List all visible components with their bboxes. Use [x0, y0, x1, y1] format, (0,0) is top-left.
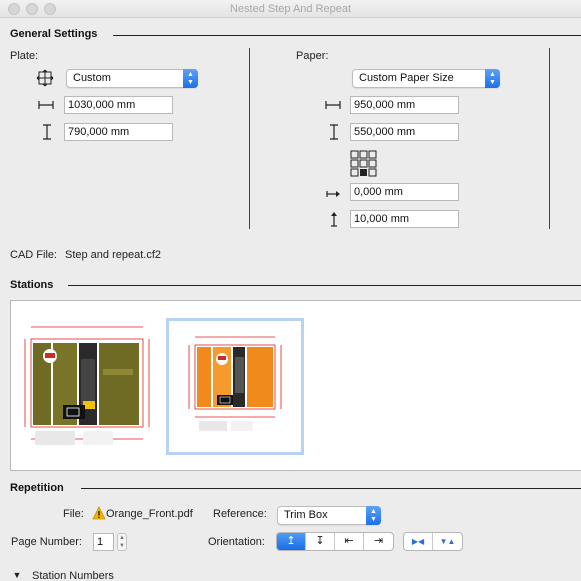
page-number-stepper[interactable]: ▲ ▼	[117, 533, 127, 551]
plate-height-field[interactable]: 790,000 mm	[64, 123, 173, 141]
paper-horizontal-offset-field[interactable]: 0,000 mm	[350, 183, 459, 201]
plate-preset-value: Custom	[73, 72, 111, 84]
plate-width-field[interactable]: 1030,000 mm	[64, 96, 173, 114]
height-icon	[42, 124, 52, 143]
section-divider	[81, 488, 581, 489]
paper-preset-value: Custom Paper Size	[359, 72, 454, 84]
paper-anchor-grid-icon[interactable]	[350, 150, 377, 177]
title-bar: Nested Step And Repeat	[0, 0, 581, 18]
station-numbers-label[interactable]: Station Numbers	[32, 570, 114, 581]
plate-label: Plate:	[10, 50, 39, 62]
orientation-up-button[interactable]: ↥	[277, 533, 306, 550]
cad-file-label: CAD File:	[10, 249, 58, 261]
warning-icon	[92, 506, 106, 520]
flip-vertical-button[interactable]: ▼▲	[433, 533, 462, 550]
general-settings-heading: General Settings	[10, 28, 98, 40]
reference-value: Trim Box	[284, 509, 328, 521]
file-label: File:	[63, 508, 84, 520]
chevron-updown-icon: ▲ ▼	[183, 69, 198, 88]
window-title: Nested Step And Repeat	[229, 3, 352, 15]
orientation-label: Orientation:	[208, 536, 265, 548]
paper-width-field[interactable]: 950,000 mm	[350, 96, 459, 114]
flip-horizontal-button[interactable]: ▶◀	[404, 533, 433, 550]
paper-height-field[interactable]: 550,000 mm	[350, 123, 459, 141]
section-divider	[68, 285, 581, 286]
reference-select[interactable]: Trim Box ▲ ▼	[277, 506, 381, 525]
paper-preset-select[interactable]: Custom Paper Size ▲ ▼	[352, 69, 500, 88]
repetition-heading: Repetition	[10, 482, 64, 494]
orientation-down-button[interactable]: ↧	[306, 533, 335, 550]
chevron-updown-icon: ▲ ▼	[366, 506, 381, 525]
cad-file-value: Step and repeat.cf2	[65, 249, 162, 261]
paper-vertical-offset-field[interactable]: 10,000 mm	[350, 210, 459, 228]
flip-segmented-control[interactable]: ▶◀ ▼▲	[403, 532, 463, 551]
horizontal-offset-icon	[326, 188, 342, 202]
station-thumbnail-1[interactable]	[23, 319, 153, 449]
plate-preset-select[interactable]: Custom ▲ ▼	[66, 69, 198, 88]
width-icon	[325, 99, 341, 113]
orientation-left-button[interactable]: ⇤	[335, 533, 364, 550]
orientation-right-button[interactable]: ⇥	[364, 533, 393, 550]
chevron-updown-icon: ▲ ▼	[485, 69, 500, 88]
width-icon	[38, 99, 54, 113]
column-divider	[249, 48, 250, 229]
page-number-label: Page Number:	[11, 536, 82, 548]
reference-label: Reference:	[213, 508, 267, 520]
stations-panel	[10, 300, 581, 471]
paper-label: Paper:	[296, 50, 329, 62]
triangle-down-icon[interactable]: ▼	[12, 570, 22, 580]
section-divider	[113, 35, 581, 36]
column-divider	[549, 48, 550, 229]
plate-size-icon	[36, 69, 54, 87]
station-thumbnail-2[interactable]	[166, 318, 304, 455]
height-icon	[329, 124, 339, 143]
vertical-offset-icon	[329, 211, 339, 230]
page-number-field[interactable]: 1	[93, 533, 114, 551]
file-value: Orange_Front.pdf	[106, 508, 193, 520]
orientation-segmented-control[interactable]: ↥ ↧ ⇤ ⇥	[276, 532, 394, 551]
stations-heading: Stations	[10, 279, 54, 291]
